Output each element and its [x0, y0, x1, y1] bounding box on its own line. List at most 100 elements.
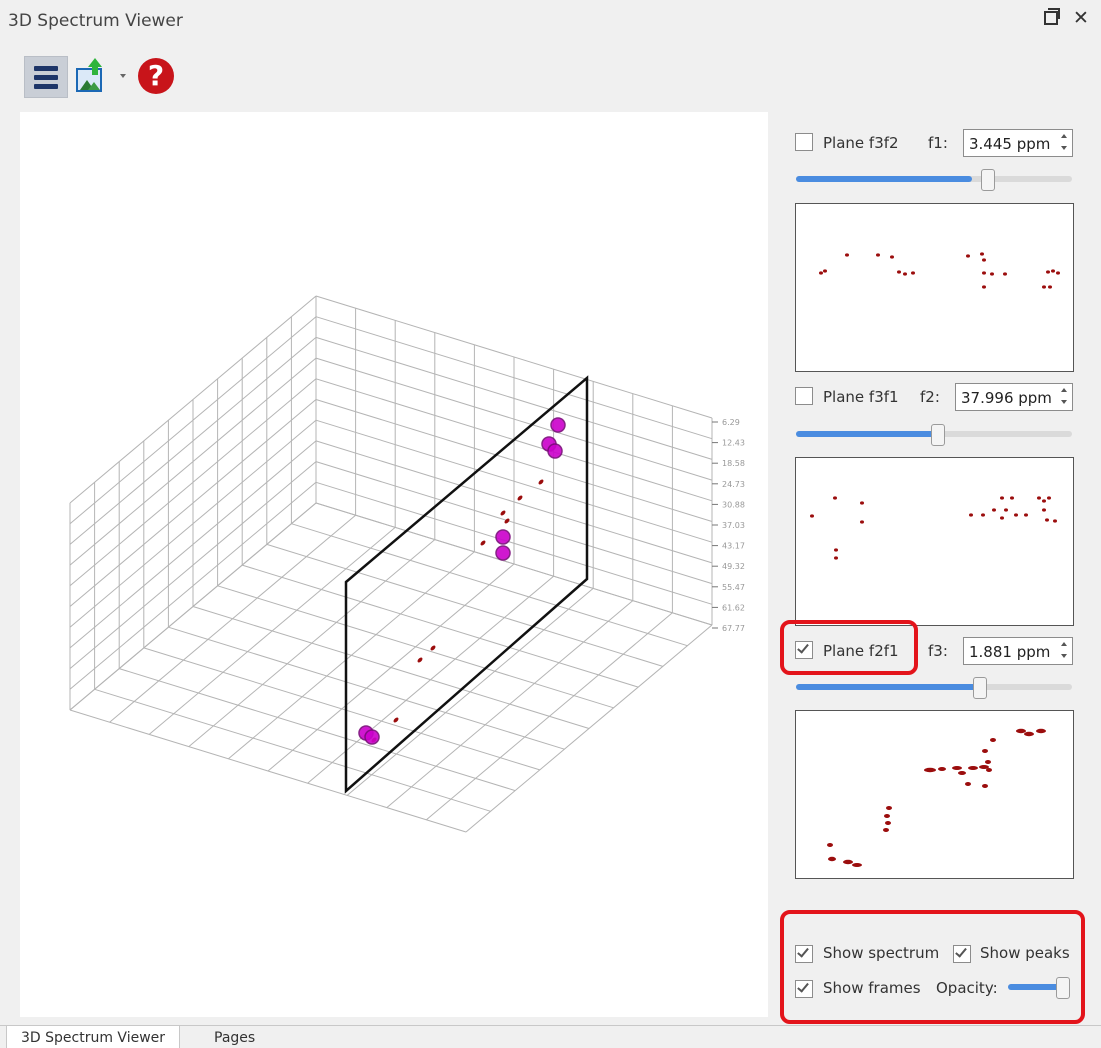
axis-tick-label: 12.43: [722, 439, 745, 448]
help-icon[interactable]: ?: [138, 58, 174, 94]
plane-f3f1-label: Plane f3f1: [823, 388, 899, 406]
spectrum-spot: [1004, 508, 1008, 512]
spin-up-icon[interactable]: [1061, 134, 1067, 138]
grid-line: [69, 709, 467, 833]
plane-control-panel: Plane f3f2 f1: 3.445 ppm Plane f3f1 f2: …: [780, 112, 1090, 1024]
f2-slider-handle[interactable]: [931, 424, 945, 446]
3d-viewport[interactable]: 6.29 12.43 18.58 24.73 30.88 37.03 43.17 49.32 5…: [20, 112, 768, 1017]
menu-icon[interactable]: [24, 56, 68, 98]
chevron-down-icon[interactable]: [120, 74, 126, 78]
axis-tick-label: 18.58: [722, 459, 745, 468]
spectrum-spot: [876, 253, 880, 257]
spectrum-spot: [1045, 518, 1049, 522]
display-options-row-1: Show spectrum Show peaks: [780, 937, 1090, 967]
spectrum-spot: [430, 645, 436, 651]
spectrum-spot: [982, 258, 986, 262]
plane-f3f1-checkbox[interactable]: [795, 387, 813, 405]
spectrum-spot: [981, 513, 985, 517]
spectrum-spot: [982, 784, 988, 788]
grid-line: [119, 668, 516, 792]
spin-down-icon[interactable]: [1061, 400, 1067, 404]
spectrum-spot: [924, 767, 936, 773]
spectrum-spot: [833, 496, 837, 500]
f3-spinbox[interactable]: 1.881 ppm: [963, 637, 1073, 665]
axis-tick-label: 55.47: [722, 583, 745, 592]
spin-down-icon[interactable]: [1061, 146, 1067, 150]
opacity-label: Opacity:: [936, 979, 998, 997]
spectrum-spot: [823, 269, 827, 273]
export-image-icon[interactable]: [74, 58, 114, 96]
grid-line: [346, 588, 594, 796]
spectrum-spot: [834, 556, 838, 560]
spectrum-spot: [1048, 285, 1052, 289]
spectrum-spot: [969, 513, 973, 517]
f3-slider-handle[interactable]: [973, 677, 987, 699]
peak-marker: [495, 545, 511, 561]
plane-f3f2-checkbox[interactable]: [795, 133, 813, 151]
f1-slider[interactable]: [796, 169, 1072, 191]
spectrum-spot: [860, 520, 864, 524]
f3-slider[interactable]: [796, 677, 1072, 699]
spectrum-spot: [538, 479, 544, 485]
tab-pages[interactable]: Pages: [200, 1026, 269, 1048]
window-title: 3D Spectrum Viewer: [8, 11, 183, 31]
tab-3d-spectrum-viewer[interactable]: 3D Spectrum Viewer: [6, 1026, 181, 1048]
show-peaks-label: Show peaks: [980, 944, 1070, 962]
f1-spinbox[interactable]: 3.445 ppm: [963, 129, 1073, 157]
spectrum-spot: [819, 271, 823, 275]
spectrum-spot: [884, 814, 890, 818]
spectrum-spot: [883, 828, 889, 832]
plane-f2f1-preview: [795, 710, 1074, 879]
spectrum-spot: [1047, 496, 1051, 500]
f2-slider[interactable]: [796, 424, 1072, 446]
spectrum-spot: [1053, 519, 1057, 523]
spectrum-spot: [517, 495, 523, 501]
opacity-slider-handle[interactable]: [1056, 977, 1070, 999]
axis-tick-label: 61.62: [722, 603, 745, 612]
spectrum-spot: [968, 766, 978, 770]
spectrum-spot: [982, 285, 986, 289]
3d-spectrum-plot[interactable]: 6.29 12.43 18.58 24.73 30.88 37.03 43.17 49.32 5…: [20, 112, 768, 1017]
axis-tick-label: 49.32: [722, 562, 745, 571]
spectrum-spot: [885, 821, 891, 825]
f1-slider-handle[interactable]: [981, 169, 995, 191]
plane-f3f2-preview: [795, 203, 1074, 372]
opacity-slider[interactable]: [1008, 977, 1070, 999]
spin-up-icon[interactable]: [1061, 642, 1067, 646]
spectrum-spot: [985, 760, 991, 764]
spectrum-viewer-window: 3D Spectrum Viewer ✕ ? 6.29 12.43 18.58 24.…: [0, 0, 1101, 1048]
spin-up-icon[interactable]: [1061, 388, 1067, 392]
plane-f2f1-highlight: [780, 620, 918, 675]
bottom-tab-bar: 3D Spectrum Viewer Pages: [0, 1025, 1101, 1048]
show-peaks-checkbox[interactable]: [953, 945, 971, 963]
spectrum-spot: [1003, 272, 1007, 276]
f2-spinbox[interactable]: 37.996 ppm: [955, 383, 1073, 411]
peak-marker: [550, 417, 566, 433]
spectrum-spot: [1042, 285, 1046, 289]
show-spectrum-checkbox[interactable]: [795, 945, 813, 963]
spectrum-spot: [1024, 731, 1034, 737]
f3-label: f3:: [928, 642, 948, 660]
spectrum-spot: [952, 766, 962, 770]
spectrum-spot: [1037, 496, 1041, 500]
show-frames-checkbox[interactable]: [795, 980, 813, 998]
plane-f3f2-row: Plane f3f2 f1: 3.445 ppm: [780, 125, 1090, 159]
display-options-highlight: [780, 910, 1085, 1024]
spectrum-spot: [1010, 496, 1014, 500]
axis-tick-label: 43.17: [722, 542, 745, 551]
spectrum-spot: [990, 738, 996, 742]
spectrum-spot: [845, 253, 849, 257]
axis-tick-label: 37.03: [722, 521, 745, 530]
spectrum-spot: [980, 252, 984, 256]
spectrum-spot: [890, 255, 894, 259]
axis-tick-label: 67.77: [722, 624, 745, 633]
peak-marker: [364, 729, 380, 745]
spectrum-spot: [393, 717, 399, 723]
spectrum-spot: [1051, 269, 1055, 273]
spectrum-spot: [810, 514, 814, 518]
restore-window-icon[interactable]: [1044, 8, 1060, 25]
grid-line: [426, 612, 673, 821]
grid-line: [386, 600, 634, 808]
close-icon[interactable]: ✕: [1073, 7, 1089, 29]
spin-down-icon[interactable]: [1061, 654, 1067, 658]
